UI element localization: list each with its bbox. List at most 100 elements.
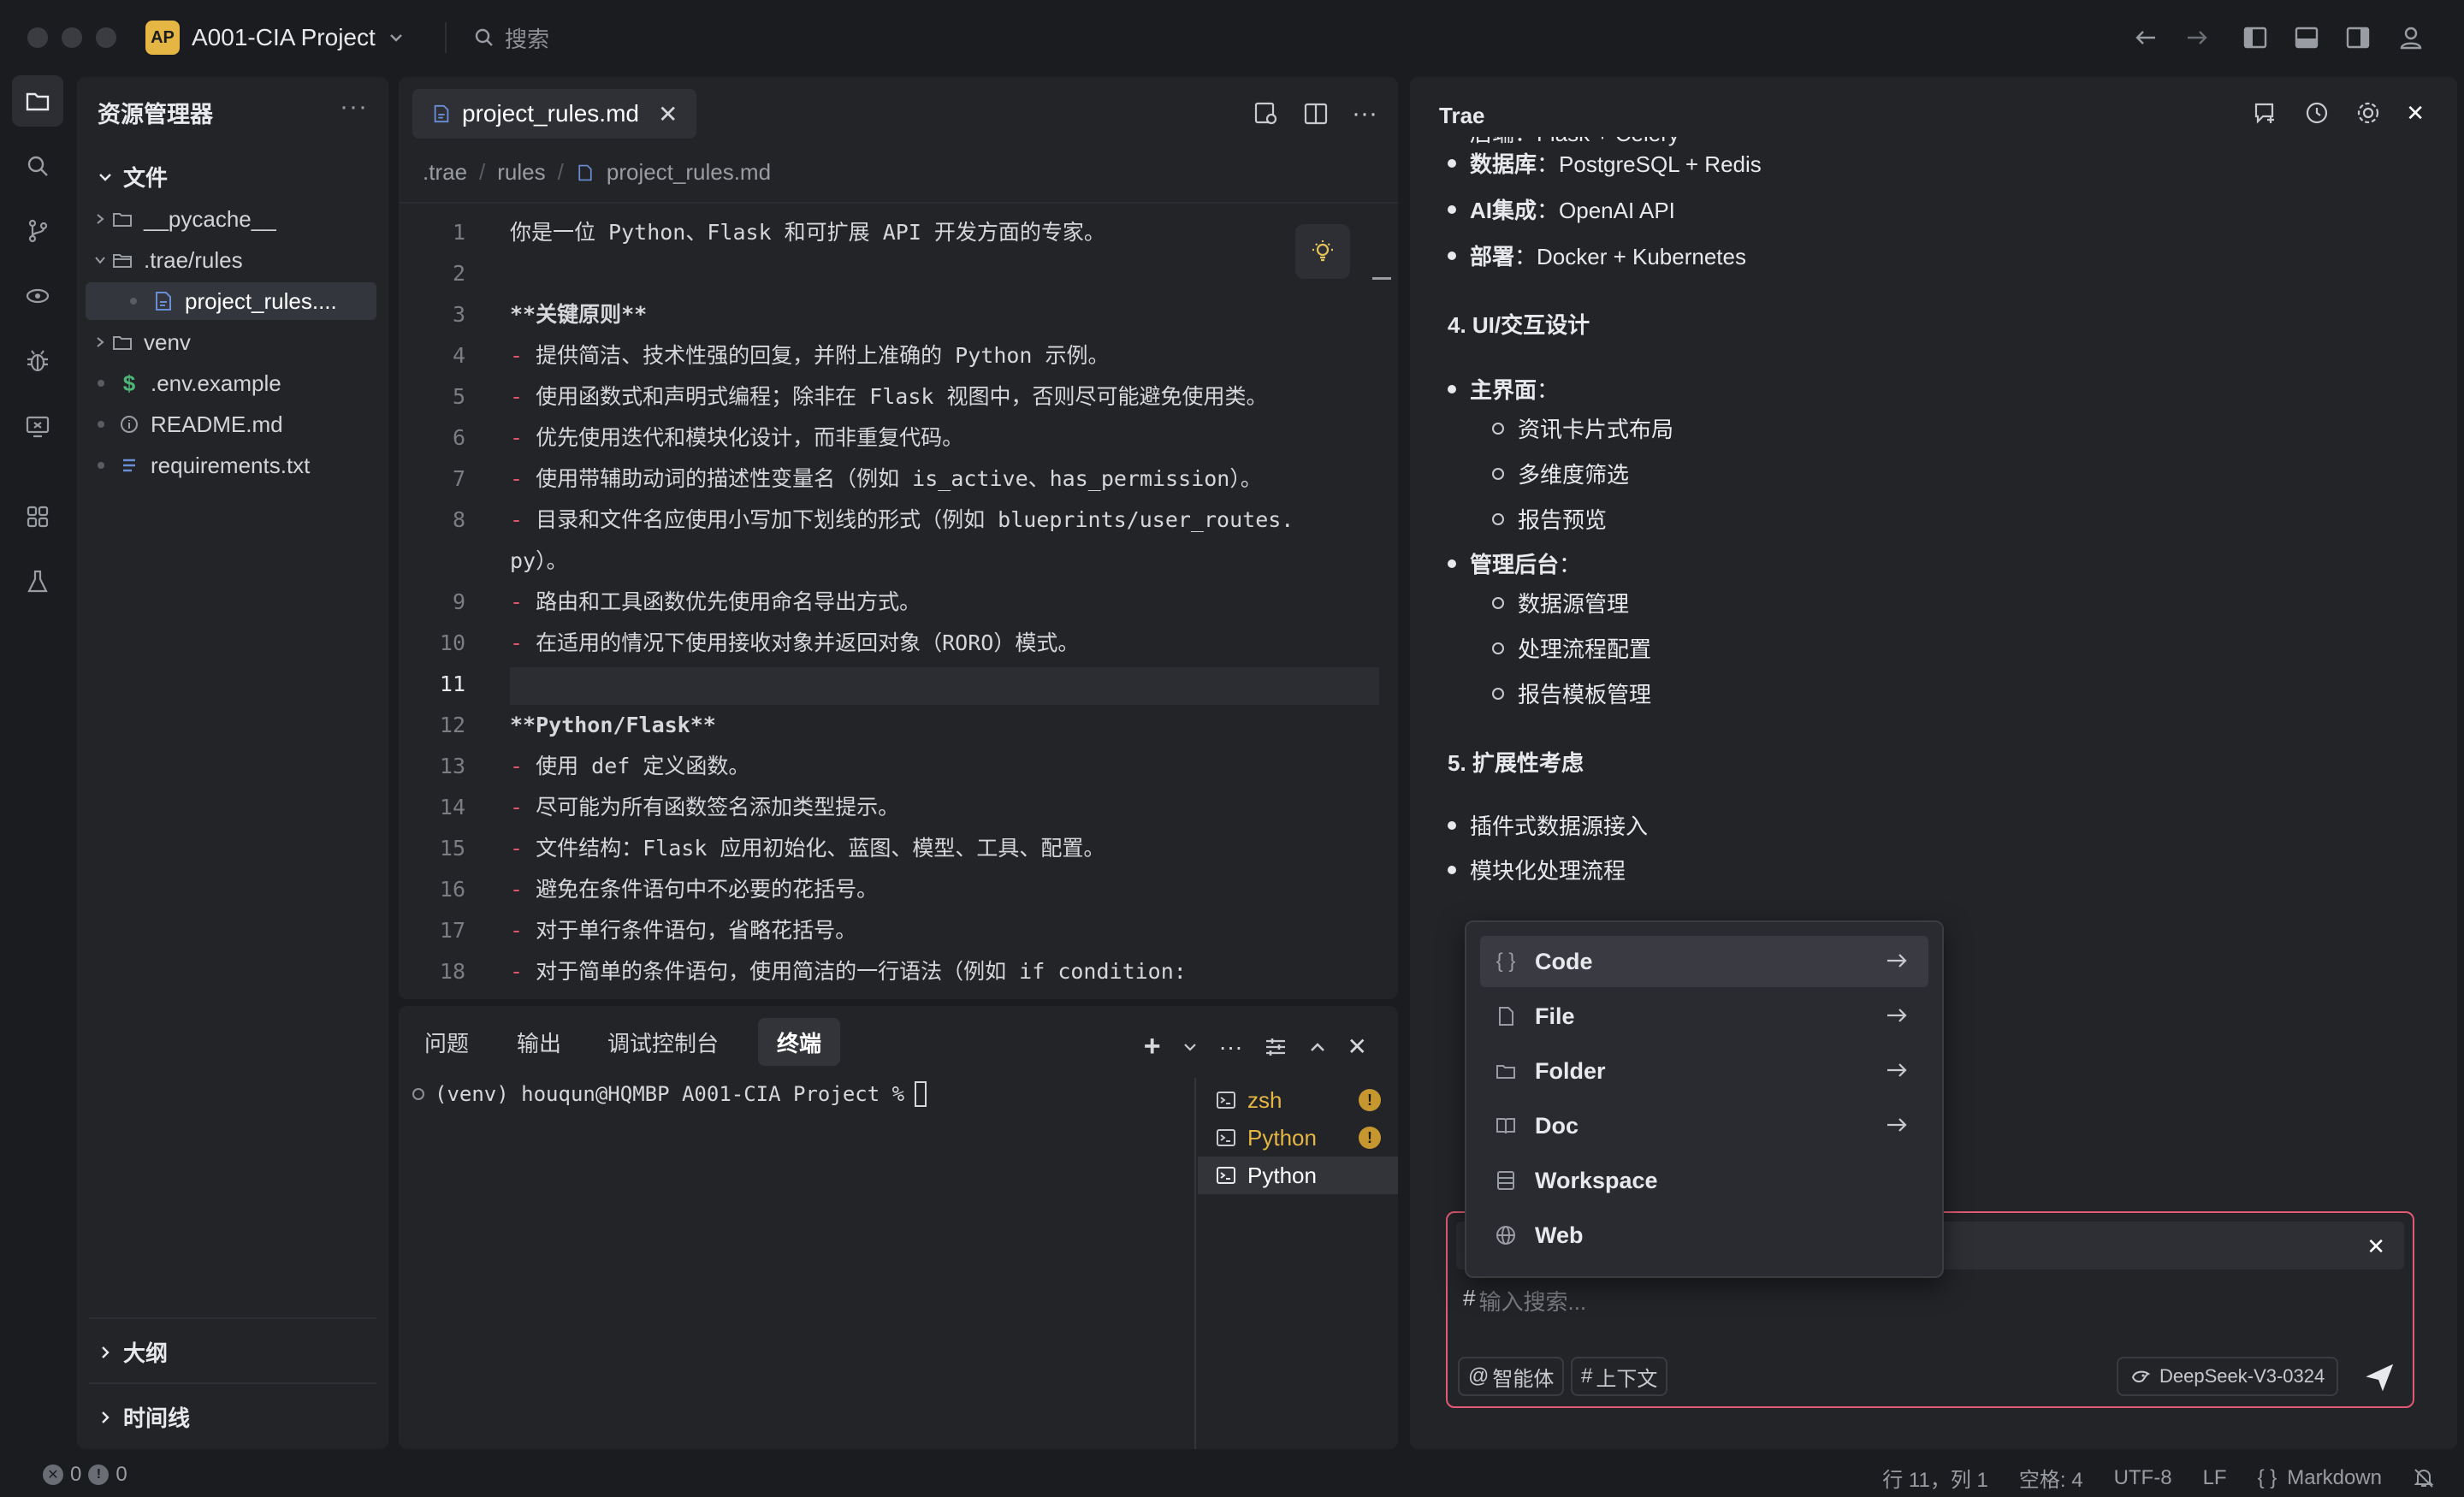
line-number: 1: [452, 220, 465, 245]
maximize-panel-icon[interactable]: [1308, 1038, 1327, 1056]
close-icon[interactable]: ✕: [2366, 1234, 2385, 1260]
source-control-icon[interactable]: [12, 205, 63, 257]
window-close-button[interactable]: [27, 27, 48, 48]
back-arrow-icon[interactable]: [2130, 22, 2161, 53]
notifications-muted-icon[interactable]: [2413, 1467, 2435, 1489]
end-of-line[interactable]: LF: [2203, 1466, 2227, 1490]
gear-icon[interactable]: [2354, 99, 2382, 127]
timeline-section-label: 时间线: [123, 1405, 191, 1431]
close-icon[interactable]: ✕: [658, 100, 678, 128]
more-actions-icon[interactable]: ···: [1219, 1033, 1243, 1061]
tree-item-project-rules[interactable]: project_rules....: [86, 282, 376, 320]
breadcrumb-item[interactable]: rules: [497, 159, 545, 186]
list-item: 报告预览: [1492, 503, 1607, 535]
window-minimize-button[interactable]: [62, 27, 82, 48]
chat-input-placeholder: 输入搜索...: [1478, 1289, 1587, 1315]
encoding[interactable]: UTF-8: [2114, 1466, 2172, 1490]
files-section-label: 文件: [123, 165, 169, 191]
chevron-down-icon[interactable]: [1182, 1038, 1199, 1056]
tree-item-requirements[interactable]: requirements.txt: [86, 447, 376, 484]
new-chat-icon[interactable]: [2252, 99, 2279, 127]
preview-icon[interactable]: [1253, 100, 1280, 127]
code-line: py）。: [510, 542, 568, 580]
tree-item-pycache[interactable]: __pycache__: [86, 200, 376, 238]
remote-icon[interactable]: [12, 270, 63, 322]
code-line: - 路由和工具函数优先使用命名导出方式。: [510, 583, 921, 621]
split-editor-icon[interactable]: [1302, 100, 1330, 127]
code-line: - 文件结构：Flask 应用初始化、蓝图、模型、工具、配置。: [510, 830, 1105, 867]
window-zoom-button[interactable]: [96, 27, 116, 48]
breadcrumb-item[interactable]: .trae: [423, 159, 467, 186]
indentation[interactable]: 空格: 4: [2019, 1463, 2083, 1493]
tree-item-trae-rules[interactable]: .trae/rules: [86, 241, 376, 279]
chevron-right-icon: [98, 1410, 113, 1425]
tree-item-label: __pycache__: [144, 205, 276, 232]
language-mode[interactable]: { } Markdown: [2258, 1466, 2382, 1490]
tree-item-readme[interactable]: README.md: [86, 405, 376, 443]
chat-title: Trae: [1439, 103, 1485, 128]
new-terminal-icon[interactable]: +: [1144, 1030, 1161, 1063]
hash-icon: #: [1463, 1285, 1476, 1311]
warning-icon: !: [88, 1464, 110, 1485]
settings-sliders-icon[interactable]: [1264, 1035, 1288, 1059]
menu-item-code[interactable]: { } Code: [1480, 936, 1928, 987]
menu-item-file[interactable]: File: [1480, 991, 1928, 1042]
remote-explorer-icon[interactable]: [12, 400, 63, 452]
send-button[interactable]: [2361, 1358, 2399, 1396]
more-actions-icon[interactable]: ···: [1352, 99, 1377, 128]
outline-section-label: 大纲: [123, 1340, 169, 1366]
forward-arrow-icon[interactable]: [2182, 22, 2212, 53]
list-dash: -: [510, 343, 536, 368]
extensions-icon[interactable]: [12, 491, 63, 542]
debug-icon[interactable]: [12, 335, 63, 387]
tab-output[interactable]: 输出: [498, 1018, 580, 1066]
outline-section-header[interactable]: 大纲: [98, 1336, 168, 1368]
editor-tab-project-rules[interactable]: project_rules.md ✕: [412, 89, 697, 139]
global-search[interactable]: 搜索: [474, 21, 549, 55]
close-panel-icon[interactable]: ✕: [1348, 1033, 1367, 1061]
problems-indicator[interactable]: ✕ 0 ! 0: [43, 1463, 127, 1487]
tree-item-venv[interactable]: venv: [86, 323, 376, 361]
list-dash: -: [510, 466, 536, 491]
model-selector[interactable]: DeepSeek-V3-0324: [2117, 1357, 2339, 1396]
explorer-more-button[interactable]: ···: [340, 92, 368, 121]
tree-item-env-example[interactable]: $ .env.example: [86, 364, 376, 402]
lightbulb-icon[interactable]: [1295, 224, 1350, 279]
agent-chip[interactable]: @ 智能体: [1458, 1357, 1565, 1396]
menu-item-web[interactable]: Web: [1480, 1210, 1928, 1261]
tab-problems[interactable]: 问题: [406, 1018, 488, 1066]
tab-debug-console[interactable]: 调试控制台: [589, 1018, 737, 1066]
cursor-position[interactable]: 行 11，列 1: [1882, 1463, 1988, 1493]
toggle-right-sidebar-icon[interactable]: [2343, 22, 2373, 53]
tab-terminal[interactable]: 终端: [758, 1018, 841, 1066]
breadcrumb-item[interactable]: project_rules.md: [607, 159, 771, 186]
menu-item-folder[interactable]: Folder: [1480, 1045, 1928, 1097]
toggle-panel-icon[interactable]: [2291, 22, 2322, 53]
terminal-item-python-2[interactable]: Python: [1198, 1157, 1398, 1194]
project-switcher[interactable]: AP A001-CIA Project: [145, 19, 405, 56]
chat-input-field[interactable]: # 输入搜索...: [1463, 1285, 1586, 1317]
context-chip[interactable]: # 上下文: [1571, 1357, 1668, 1396]
terminal-item-python-1[interactable]: Python !: [1198, 1119, 1398, 1157]
history-icon[interactable]: [2303, 99, 2331, 127]
terminal-line[interactable]: (venv) houqun@HQMBP A001-CIA Project %: [412, 1081, 927, 1107]
timeline-section-header[interactable]: 时间线: [98, 1401, 190, 1433]
line-number: 16: [439, 877, 465, 902]
code-line: **Python/Flask**: [510, 707, 716, 744]
account-icon[interactable]: [2396, 22, 2426, 53]
list-dash: -: [510, 877, 536, 902]
explorer-title: 资源管理器: [98, 102, 213, 127]
menu-item-doc[interactable]: Doc: [1480, 1100, 1928, 1151]
editor-group: project_rules.md ✕ ··· .trae / rules / p…: [399, 77, 1398, 999]
terminal-item-zsh[interactable]: zsh !: [1198, 1081, 1398, 1119]
terminal-item-label: Python: [1247, 1162, 1317, 1188]
code-area[interactable]: 1 你是一位 Python、Flask 和可扩展 API 开发方面的专家。 2 3 **…: [399, 214, 1398, 999]
files-section-header[interactable]: 文件: [98, 161, 168, 192]
menu-item-workspace[interactable]: Workspace: [1480, 1155, 1928, 1206]
close-icon[interactable]: ✕: [2406, 100, 2425, 127]
search-icon[interactable]: [12, 140, 63, 192]
testing-flask-icon[interactable]: [12, 556, 63, 607]
toggle-left-sidebar-icon[interactable]: [2240, 22, 2271, 53]
explorer-icon[interactable]: [12, 75, 63, 127]
editor-toolbar: ···: [1253, 99, 1377, 128]
